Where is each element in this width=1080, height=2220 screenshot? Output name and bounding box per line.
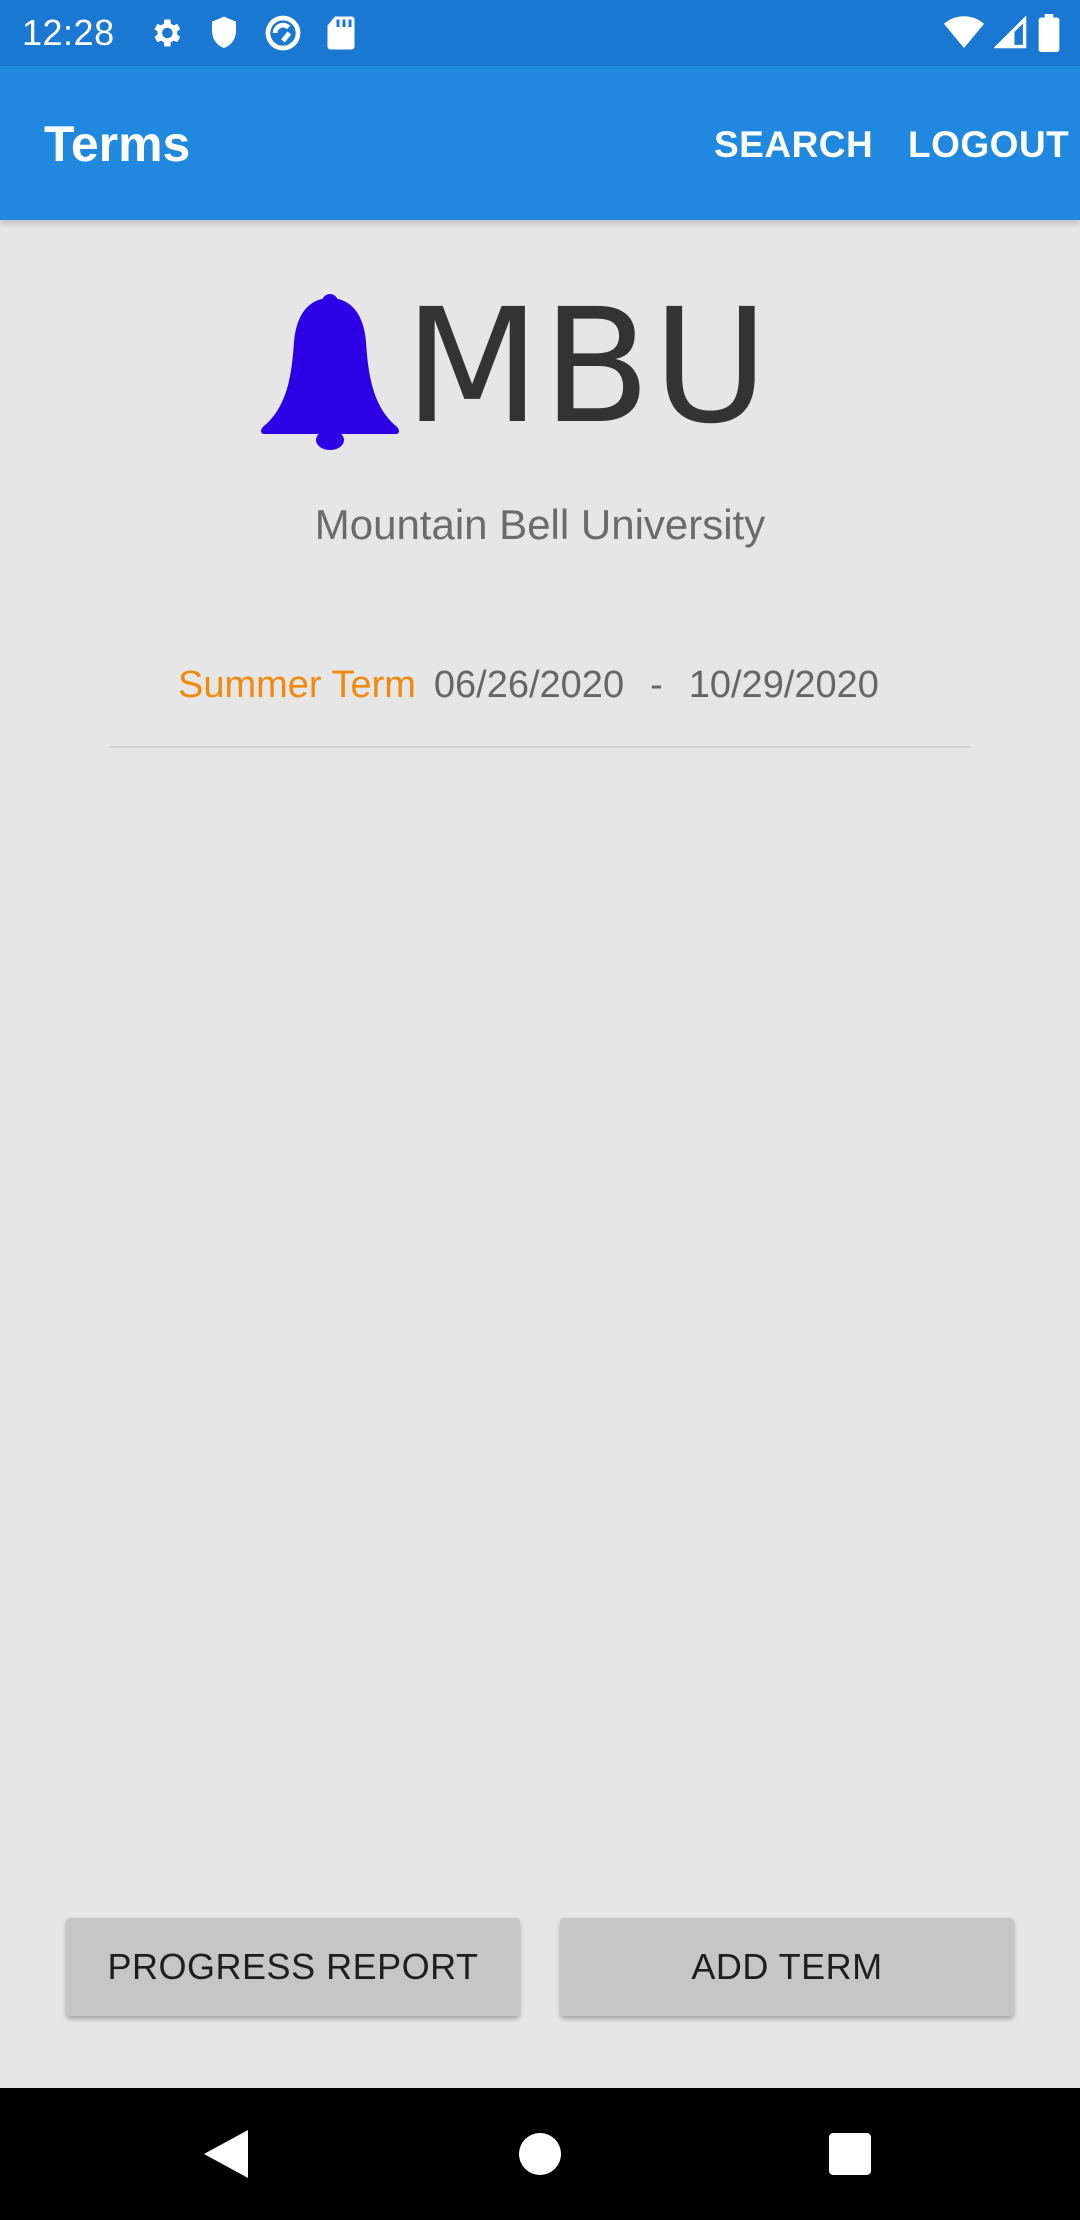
term-row-content: Summer Term 06/26/2020 - 10/29/2020 (178, 660, 879, 710)
status-time: 12:28 (22, 12, 115, 53)
status-icons-right (944, 12, 1060, 54)
wifi-icon (944, 16, 984, 50)
battery-icon (1038, 14, 1060, 52)
gear-icon (148, 15, 184, 51)
term-start-date: 06/26/2020 (433, 664, 625, 706)
page-title: Terms (44, 116, 191, 172)
home-icon[interactable] (510, 2088, 570, 2220)
back-icon[interactable] (196, 2088, 256, 2220)
add-term-button[interactable]: ADD TERM (560, 1918, 1014, 2016)
term-date-separator: - (650, 664, 663, 706)
logout-button[interactable]: LOGOUT (908, 122, 1069, 168)
navigation-bar (0, 2088, 1080, 2220)
status-bar: 12:28 (0, 0, 1080, 66)
logo-text: MBU (404, 275, 771, 459)
recents-icon[interactable] (820, 2088, 880, 2220)
status-icons-left (148, 14, 356, 52)
shield-icon (208, 15, 240, 51)
university-logo: MBU (258, 282, 818, 460)
university-name: Mountain Bell University (314, 501, 766, 548)
sd-card-icon (326, 15, 356, 51)
search-button[interactable]: SEARCH (714, 122, 873, 168)
term-name: Summer Term (178, 664, 416, 706)
app-bar: Terms SEARCH LOGOUT (0, 66, 1080, 220)
term-end-date: 10/29/2020 (688, 664, 879, 706)
progress-report-button[interactable]: PROGRESS REPORT (66, 1918, 520, 2016)
bell-icon (258, 292, 402, 457)
sync-icon (264, 14, 302, 52)
signal-icon (994, 16, 1028, 50)
term-list-item[interactable]: Summer Term 06/26/2020 - 10/29/2020 (110, 654, 970, 748)
